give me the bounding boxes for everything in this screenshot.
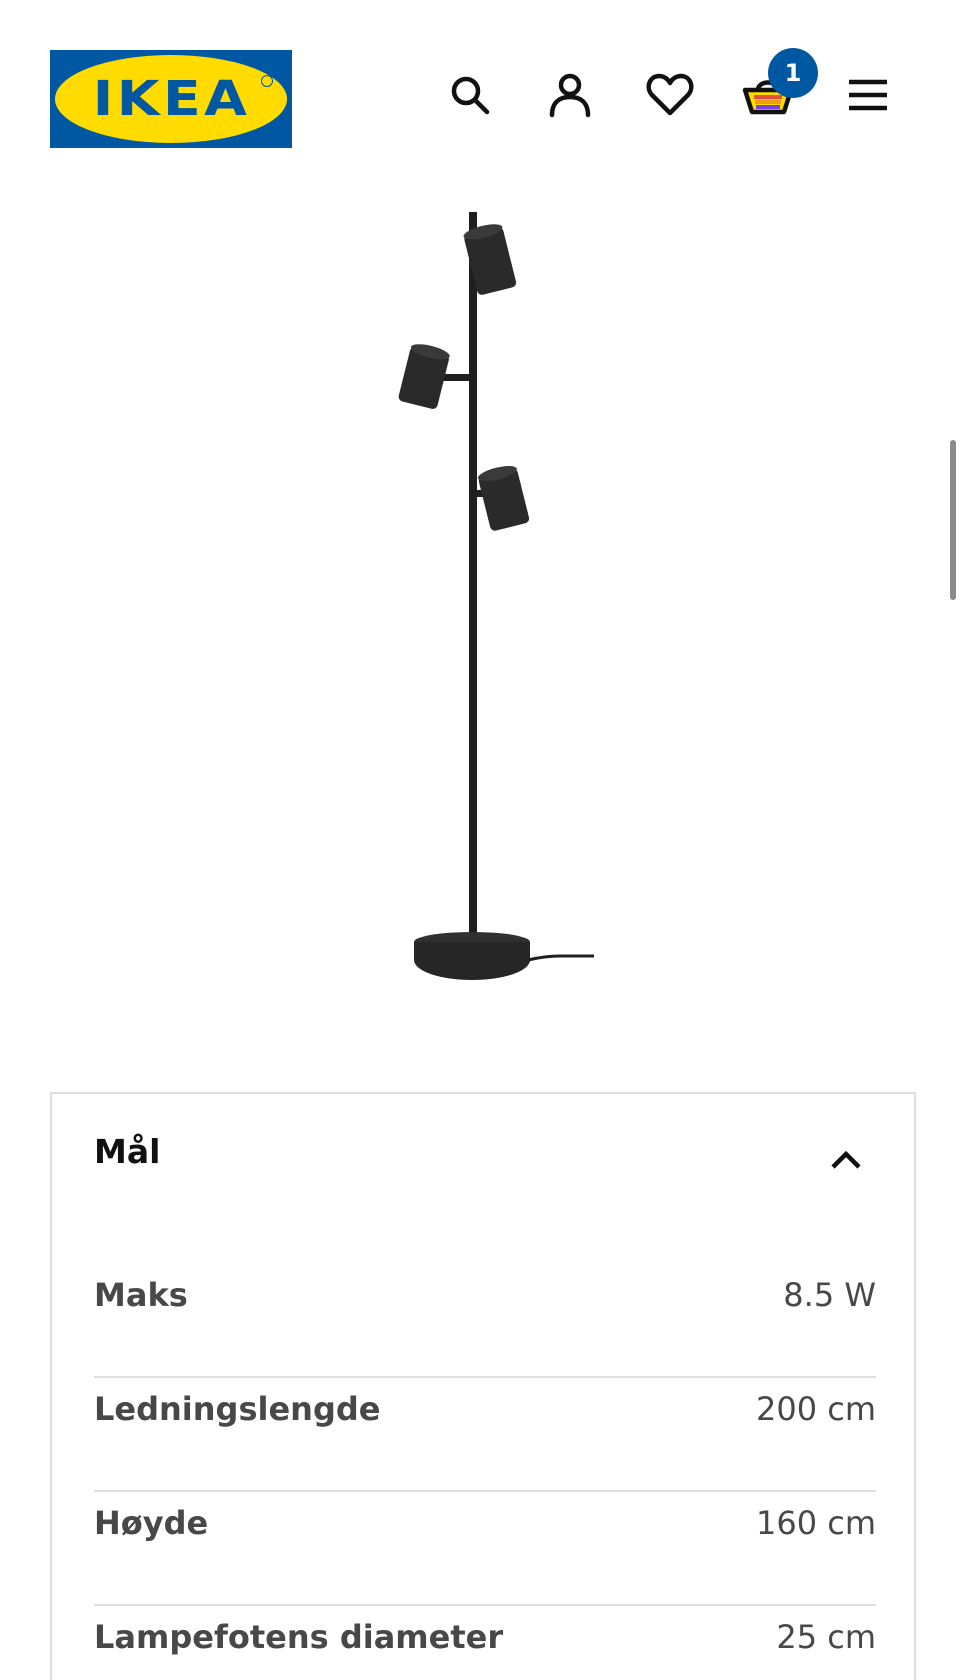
logo-text: IKEA — [92, 71, 250, 127]
registered-mark-icon — [261, 75, 273, 87]
cart-count-badge: 1 — [768, 48, 818, 98]
spec-row-max-wattage: Maks 8.5 W — [94, 1264, 876, 1378]
floor-lamp-image — [398, 212, 594, 980]
logo-oval: IKEA — [55, 55, 287, 143]
search-button[interactable] — [444, 69, 496, 121]
spec-list: Maks 8.5 W Ledningslengde 200 cm Høyde 1… — [94, 1264, 876, 1680]
spec-row-height: Høyde 160 cm — [94, 1492, 876, 1606]
favourites-button[interactable] — [644, 69, 696, 121]
spec-value: 25 cm — [776, 1618, 876, 1656]
spec-label: Lampefotens diameter — [94, 1618, 504, 1656]
product-image[interactable] — [0, 170, 960, 1050]
spec-value: 8.5 W — [783, 1276, 876, 1314]
chevron-up-icon[interactable] — [822, 1136, 870, 1184]
dimensions-title: Mål — [94, 1132, 161, 1171]
product-page: IKEA 1 Mål Maks 8.5 W Ledningslengde 200… — [0, 0, 960, 1680]
scrollbar-thumb[interactable] — [950, 440, 956, 600]
spec-label: Høyde — [94, 1504, 209, 1542]
spec-row-base-diameter: Lampefotens diameter 25 cm — [94, 1606, 876, 1680]
account-button[interactable] — [544, 69, 596, 121]
spec-value: 160 cm — [755, 1504, 876, 1542]
spec-label: Maks — [94, 1276, 188, 1314]
search-icon — [451, 76, 490, 115]
heart-icon — [646, 73, 694, 116]
dimensions-accordion: Mål Maks 8.5 W Ledningslengde 200 cm Høy… — [50, 1092, 916, 1680]
ikea-logo[interactable]: IKEA — [50, 50, 292, 148]
user-icon — [549, 73, 591, 118]
spec-row-cord-length: Ledningslengde 200 cm — [94, 1378, 876, 1492]
spec-label: Ledningslengde — [94, 1390, 381, 1428]
site-header: IKEA 1 — [0, 0, 960, 170]
spec-value: 200 cm — [755, 1390, 876, 1428]
dimensions-accordion-header[interactable]: Mål — [52, 1094, 914, 1214]
menu-button[interactable] — [842, 69, 894, 121]
menu-icon — [849, 79, 887, 111]
